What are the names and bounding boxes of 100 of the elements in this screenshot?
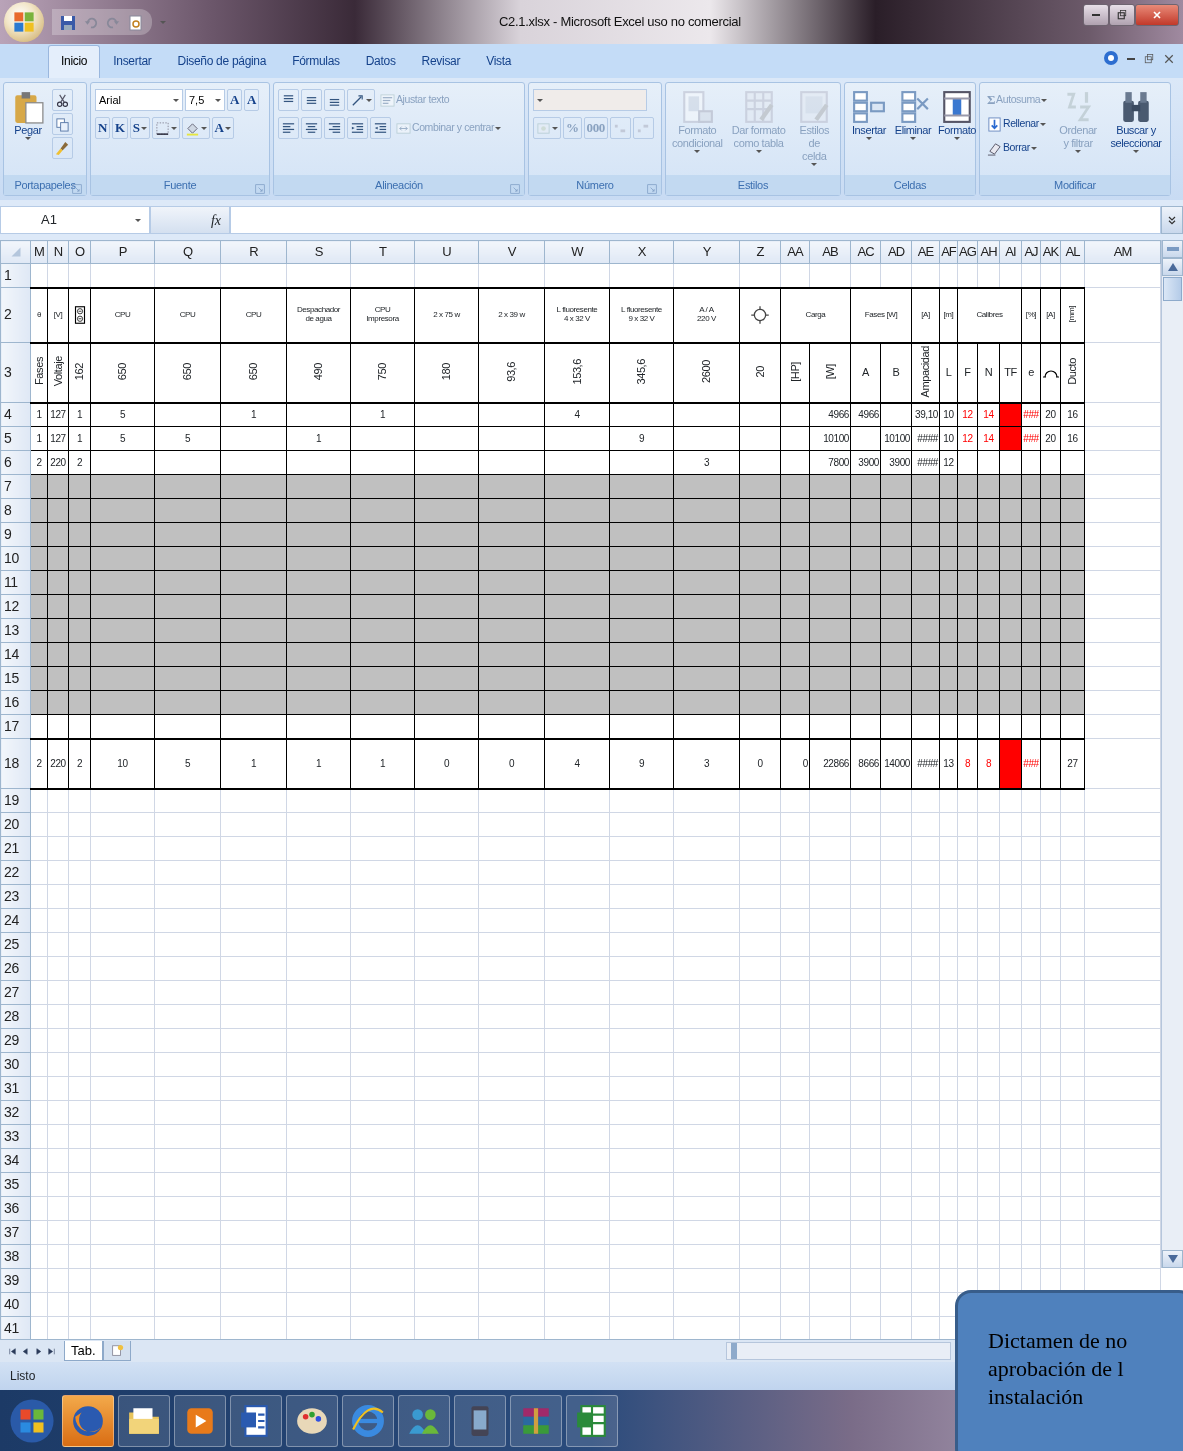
column-header[interactable]: U [414,240,479,264]
column-header[interactable]: R [220,240,287,264]
column-header[interactable]: V [478,240,545,264]
ribbon-tab[interactable]: Vista [473,45,525,78]
vertical-scrollbar[interactable] [1161,240,1183,1268]
ribbon-tab[interactable]: Insertar [100,45,165,78]
name-box[interactable]: A1 [0,206,150,234]
toolbar-button[interactable] [52,137,73,159]
taskbar-button[interactable] [342,1394,394,1447]
row-header[interactable]: 35 [0,1172,31,1197]
split-handle[interactable] [1162,240,1183,258]
row-header[interactable]: 6 [0,450,31,475]
row-header[interactable]: 20 [0,812,31,837]
column-header[interactable]: S [286,240,351,264]
ribbon-button[interactable]: Eliminar [893,89,933,141]
row-header[interactable]: 32 [0,1100,31,1125]
taskbar-button[interactable] [230,1394,282,1447]
horizontal-scrollbar[interactable] [726,1342,951,1360]
row-header[interactable]: 10 [0,546,31,571]
taskbar-button[interactable] [118,1394,170,1447]
taskbar-button[interactable] [286,1394,338,1447]
column-header[interactable]: P [90,240,155,264]
toolbar-button[interactable]: N [95,117,110,139]
row-header[interactable]: 9 [0,522,31,547]
row-header[interactable]: 13 [0,618,31,643]
row-header[interactable]: 14 [0,642,31,667]
row-header[interactable]: 27 [0,980,31,1005]
column-header[interactable]: AK [1040,240,1061,264]
taskbar-button[interactable] [62,1394,114,1447]
row-header[interactable]: 3 [0,342,31,403]
row-header[interactable]: 41 [0,1316,31,1339]
row-header[interactable]: 22 [0,860,31,885]
column-header[interactable]: T [350,240,415,264]
row-header[interactable]: 1 [0,263,31,288]
toolbar-button[interactable] [347,117,368,139]
column-header[interactable]: X [609,240,674,264]
row-header[interactable]: 15 [0,666,31,691]
taskbar-button[interactable] [566,1394,618,1447]
row-header[interactable]: 33 [0,1124,31,1149]
ribbon-tab[interactable]: Inicio [48,45,101,78]
row-header[interactable]: 26 [0,956,31,981]
row-header[interactable]: 36 [0,1196,31,1221]
ribbon-tab[interactable]: Revisar [408,45,474,78]
column-header[interactable]: N [47,240,69,264]
row-header[interactable]: 19 [0,788,31,813]
toolbar-button[interactable] [151,117,180,139]
taskbar-button[interactable] [454,1394,506,1447]
ribbon-button[interactable]: Pegar [8,89,48,141]
row-header[interactable]: 18 [0,738,31,789]
scroll-up-button[interactable] [1162,258,1183,276]
row-header[interactable]: 11 [0,570,31,595]
row-header[interactable]: 7 [0,474,31,499]
toolbar-button[interactable] [324,89,345,111]
toolbar-button[interactable] [301,89,322,111]
column-header[interactable]: AL [1060,240,1085,264]
toolbar-button[interactable] [278,117,299,139]
row-header[interactable]: 2 [0,287,31,343]
sheet-tab[interactable]: Tab. [64,1341,103,1361]
ribbon-button[interactable]: Buscar y seleccionar [1106,89,1166,154]
row-header[interactable]: 21 [0,836,31,861]
column-header[interactable]: AD [880,240,912,264]
column-header[interactable]: AH [977,240,1000,264]
row-header[interactable]: 39 [0,1268,31,1293]
insert-function-button[interactable]: fx [150,206,230,234]
ribbon-tab[interactable]: Diseño de página [164,45,280,78]
office-button[interactable] [4,2,44,42]
ribbon-tab[interactable]: Datos [352,45,409,78]
ribbon-button[interactable]: Insertar [849,89,889,141]
toolbar-button[interactable]: A [244,89,259,111]
row-header[interactable]: 29 [0,1028,31,1053]
row-header[interactable]: 37 [0,1220,31,1245]
close-button[interactable] [1135,4,1179,26]
toolbar-button[interactable] [347,89,375,111]
row-header[interactable]: 30 [0,1052,31,1077]
column-header[interactable]: AC [850,240,881,264]
ribbon-button[interactable]: Formato [937,89,977,141]
scroll-down-button[interactable] [1162,1250,1183,1268]
row-header[interactable]: 25 [0,932,31,957]
scroll-thumb[interactable] [1163,277,1182,301]
row-header[interactable]: 38 [0,1244,31,1269]
dropdown-field[interactable]: 7,5 [185,89,225,111]
toolbar-button[interactable]: S [129,117,150,139]
row-header[interactable]: 24 [0,908,31,933]
row-header[interactable]: 28 [0,1004,31,1029]
row-header[interactable]: 17 [0,714,31,739]
row-header[interactable]: 4 [0,402,31,427]
column-header[interactable]: AI [999,240,1022,264]
toolbar-button[interactable] [370,117,391,139]
row-header[interactable]: 5 [0,426,31,451]
toolbar-button[interactable] [52,89,73,111]
column-header[interactable]: Y [673,240,740,264]
toolbar-button[interactable]: A [227,89,242,111]
taskbar-button[interactable] [174,1394,226,1447]
dropdown-field[interactable]: Arial [95,89,183,111]
toolbar-button[interactable] [324,117,345,139]
formula-input[interactable] [230,206,1161,234]
toolbar-button[interactable] [301,117,322,139]
row-header[interactable]: 12 [0,594,31,619]
column-header[interactable]: AM [1084,240,1161,264]
toolbar-button[interactable]: Borrar [984,137,1051,159]
